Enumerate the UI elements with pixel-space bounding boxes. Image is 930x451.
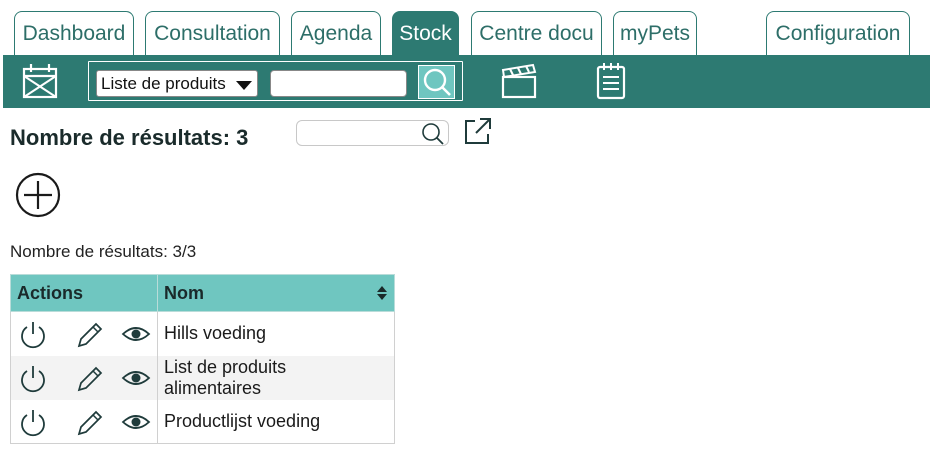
- toolbar-search-input[interactable]: [270, 70, 407, 97]
- sort-icon[interactable]: [376, 285, 388, 301]
- row-actions: [10, 311, 158, 356]
- table-row: Hills voeding: [10, 311, 395, 356]
- toolbar-search-button[interactable]: [418, 65, 455, 99]
- power-icon[interactable]: [19, 407, 47, 442]
- edit-pencil-icon[interactable]: [75, 407, 103, 442]
- list-type-select-value: Liste de produits: [101, 74, 226, 93]
- power-icon[interactable]: [19, 319, 47, 354]
- results-count: Nombre de résultats: 3/3: [10, 242, 197, 261]
- row-actions: [10, 355, 158, 400]
- toolbar: Liste de produits: [3, 55, 930, 108]
- column-header-name-label: Nom: [164, 282, 204, 303]
- column-header-name[interactable]: Nom: [157, 274, 395, 312]
- chevron-down-icon: [236, 81, 252, 90]
- tab-stock[interactable]: Stock: [392, 11, 459, 56]
- tab-configuration[interactable]: Configuration: [766, 11, 910, 56]
- view-eye-icon[interactable]: [121, 319, 151, 354]
- list-type-select[interactable]: Liste de produits: [96, 70, 258, 97]
- tab-mypets[interactable]: myPets: [613, 11, 697, 56]
- add-circle-icon[interactable]: [15, 172, 61, 218]
- notepad-icon[interactable]: [591, 61, 631, 101]
- search-icon: [423, 68, 451, 96]
- product-search-group: Liste de produits: [88, 61, 463, 101]
- page-title: Nombre de résultats: 3: [10, 125, 249, 150]
- tab-dashboard[interactable]: Dashboard: [14, 11, 134, 56]
- edit-pencil-icon[interactable]: [75, 319, 103, 354]
- table-row: Productlijst voeding: [10, 399, 395, 444]
- row-name[interactable]: Productlijst voeding: [157, 399, 395, 444]
- external-link-icon[interactable]: [463, 116, 493, 146]
- search-icon[interactable]: [420, 122, 446, 146]
- row-actions: [10, 399, 158, 444]
- row-name[interactable]: Hills voeding: [157, 311, 395, 356]
- results-table: Actions Nom Hills voeding List de produit…: [10, 274, 395, 444]
- calendar-icon[interactable]: [20, 61, 60, 101]
- row-name[interactable]: List de produits alimentaires: [157, 355, 395, 400]
- table-row: List de produits alimentaires: [10, 355, 395, 400]
- table-header-row: Actions Nom: [10, 274, 395, 312]
- view-eye-icon[interactable]: [121, 407, 151, 442]
- content-search-input[interactable]: [296, 120, 449, 146]
- tab-agenda[interactable]: Agenda: [291, 11, 381, 56]
- view-eye-icon[interactable]: [121, 363, 151, 398]
- power-icon[interactable]: [19, 363, 47, 398]
- tab-centre-docu[interactable]: Centre docu: [471, 11, 602, 56]
- tab-bar: Dashboard Consultation Agenda Stock Cent…: [0, 0, 930, 56]
- clapperboard-icon[interactable]: [499, 61, 539, 101]
- tab-consultation[interactable]: Consultation: [145, 11, 280, 56]
- column-header-actions: Actions: [10, 274, 158, 312]
- edit-pencil-icon[interactable]: [75, 363, 103, 398]
